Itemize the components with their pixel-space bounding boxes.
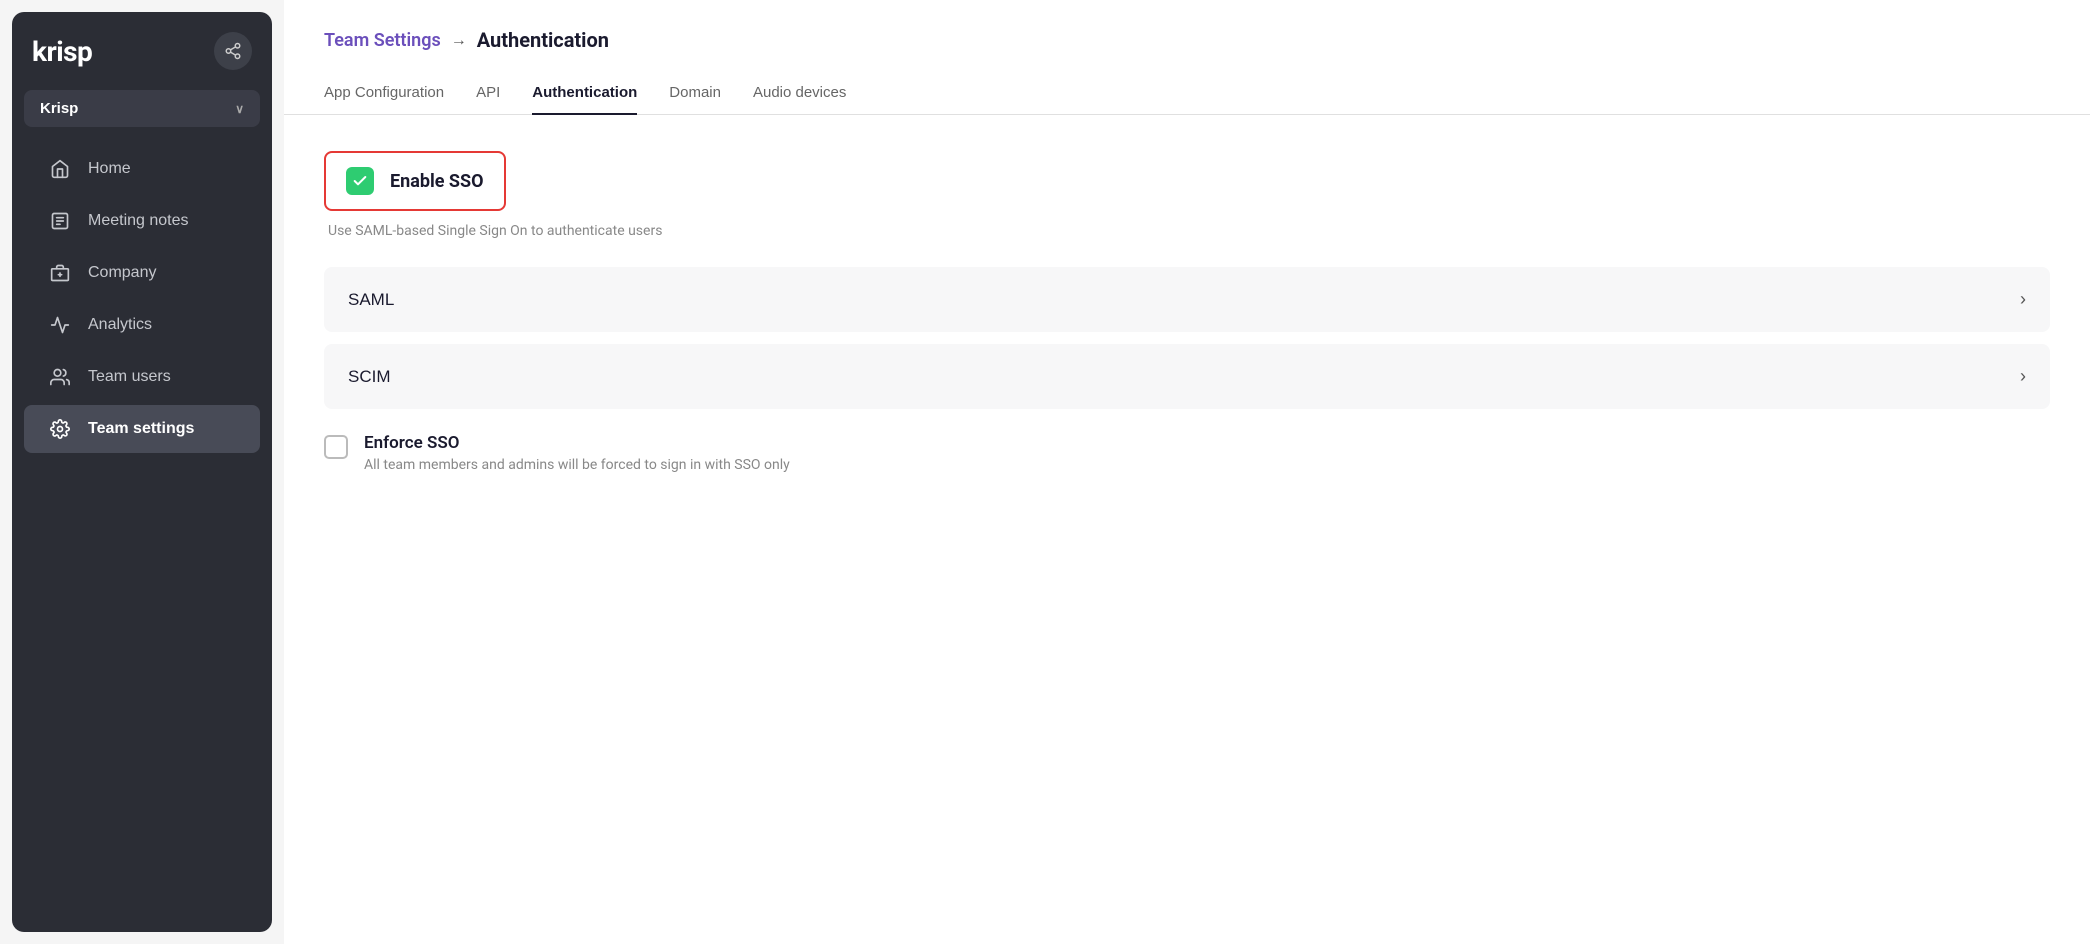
meeting-notes-icon bbox=[48, 211, 72, 231]
enforce-sso-checkbox[interactable] bbox=[324, 435, 348, 459]
sidebar-item-label: Home bbox=[88, 160, 131, 178]
tab-authentication[interactable]: Authentication bbox=[532, 72, 637, 115]
sidebar-item-label: Company bbox=[88, 264, 156, 282]
checkmark-icon bbox=[352, 173, 368, 189]
breadcrumb-current: Authentication bbox=[477, 28, 609, 52]
app-logo: krisp bbox=[32, 35, 92, 68]
sidebar-item-home[interactable]: Home bbox=[24, 145, 260, 193]
team-users-icon bbox=[48, 367, 72, 387]
tab-audio-devices[interactable]: Audio devices bbox=[753, 72, 846, 115]
enforce-sso-description: All team members and admins will be forc… bbox=[364, 457, 790, 473]
sidebar-item-team-settings[interactable]: Team settings bbox=[24, 405, 260, 453]
sidebar-item-label: Team users bbox=[88, 368, 171, 386]
sidebar-item-label: Team settings bbox=[88, 420, 194, 438]
tab-domain[interactable]: Domain bbox=[669, 72, 721, 115]
tabs-bar: App Configuration API Authentication Dom… bbox=[284, 72, 2090, 115]
sso-description: Use SAML-based Single Sign On to authent… bbox=[324, 223, 2050, 239]
company-icon bbox=[48, 263, 72, 283]
enforce-sso-container: Enforce SSO All team members and admins … bbox=[324, 433, 2050, 473]
authentication-content: Enable SSO Use SAML-based Single Sign On… bbox=[284, 115, 2090, 509]
enable-sso-label: Enable SSO bbox=[390, 171, 484, 192]
breadcrumb-separator: → bbox=[451, 30, 467, 50]
sidebar-item-meeting-notes[interactable]: Meeting notes bbox=[24, 197, 260, 245]
share-icon bbox=[224, 42, 242, 60]
enforce-sso-text: Enforce SSO All team members and admins … bbox=[364, 433, 790, 473]
enable-sso-checkbox[interactable] bbox=[346, 167, 374, 195]
tab-api[interactable]: API bbox=[476, 72, 500, 115]
share-button[interactable] bbox=[214, 32, 252, 70]
chevron-right-icon: › bbox=[2020, 366, 2026, 387]
workspace-label: Krisp bbox=[40, 100, 78, 117]
home-icon bbox=[48, 159, 72, 179]
enable-sso-toggle[interactable]: Enable SSO bbox=[324, 151, 506, 211]
settings-icon bbox=[48, 419, 72, 439]
main-content: Team Settings → Authentication App Confi… bbox=[284, 0, 2090, 944]
scim-expand-row[interactable]: SCIM › bbox=[324, 344, 2050, 409]
sidebar-item-label: Meeting notes bbox=[88, 212, 189, 230]
saml-label: SAML bbox=[348, 290, 394, 310]
chevron-down-icon: ∨ bbox=[235, 102, 244, 116]
enforce-sso-label: Enforce SSO bbox=[364, 433, 790, 453]
sidebar-header: krisp bbox=[12, 32, 272, 90]
tab-app-configuration[interactable]: App Configuration bbox=[324, 72, 444, 115]
workspace-selector[interactable]: Krisp ∨ bbox=[24, 90, 260, 127]
saml-expand-row[interactable]: SAML › bbox=[324, 267, 2050, 332]
chevron-right-icon: › bbox=[2020, 289, 2026, 310]
scim-label: SCIM bbox=[348, 367, 391, 387]
analytics-icon bbox=[48, 315, 72, 335]
sidebar-item-company[interactable]: Company bbox=[24, 249, 260, 297]
sidebar-item-analytics[interactable]: Analytics bbox=[24, 301, 260, 349]
sidebar: krisp Krisp ∨ Home Meeting note bbox=[12, 12, 272, 932]
sidebar-item-team-users[interactable]: Team users bbox=[24, 353, 260, 401]
breadcrumb-parent[interactable]: Team Settings bbox=[324, 30, 441, 51]
sidebar-item-label: Analytics bbox=[88, 316, 152, 334]
breadcrumb: Team Settings → Authentication bbox=[284, 0, 2090, 72]
